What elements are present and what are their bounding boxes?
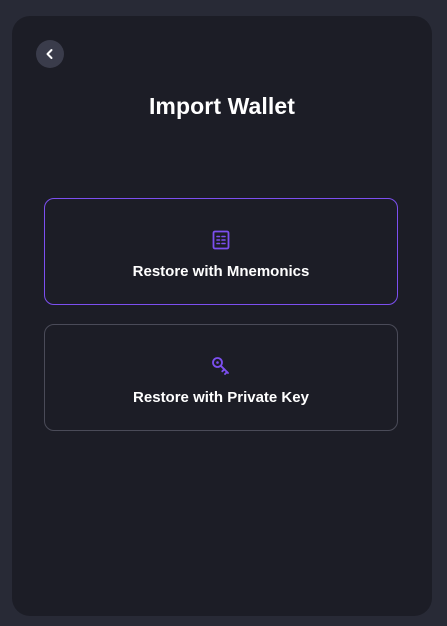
back-button[interactable] (36, 40, 64, 68)
import-wallet-panel: Import Wallet Restore with Mnemonics Res… (12, 16, 432, 616)
page-title: Import Wallet (148, 93, 296, 119)
restore-private-key-button[interactable]: Restore with Private Key (44, 324, 398, 431)
document-list-icon (212, 230, 230, 250)
key-icon (212, 357, 229, 375)
restore-mnemonics-label: Restore with Mnemonics (132, 263, 310, 280)
restore-private-key-label: Restore with Private Key (133, 389, 309, 406)
chevron-left-icon (46, 49, 53, 59)
restore-mnemonics-button[interactable]: Restore with Mnemonics (44, 198, 398, 305)
